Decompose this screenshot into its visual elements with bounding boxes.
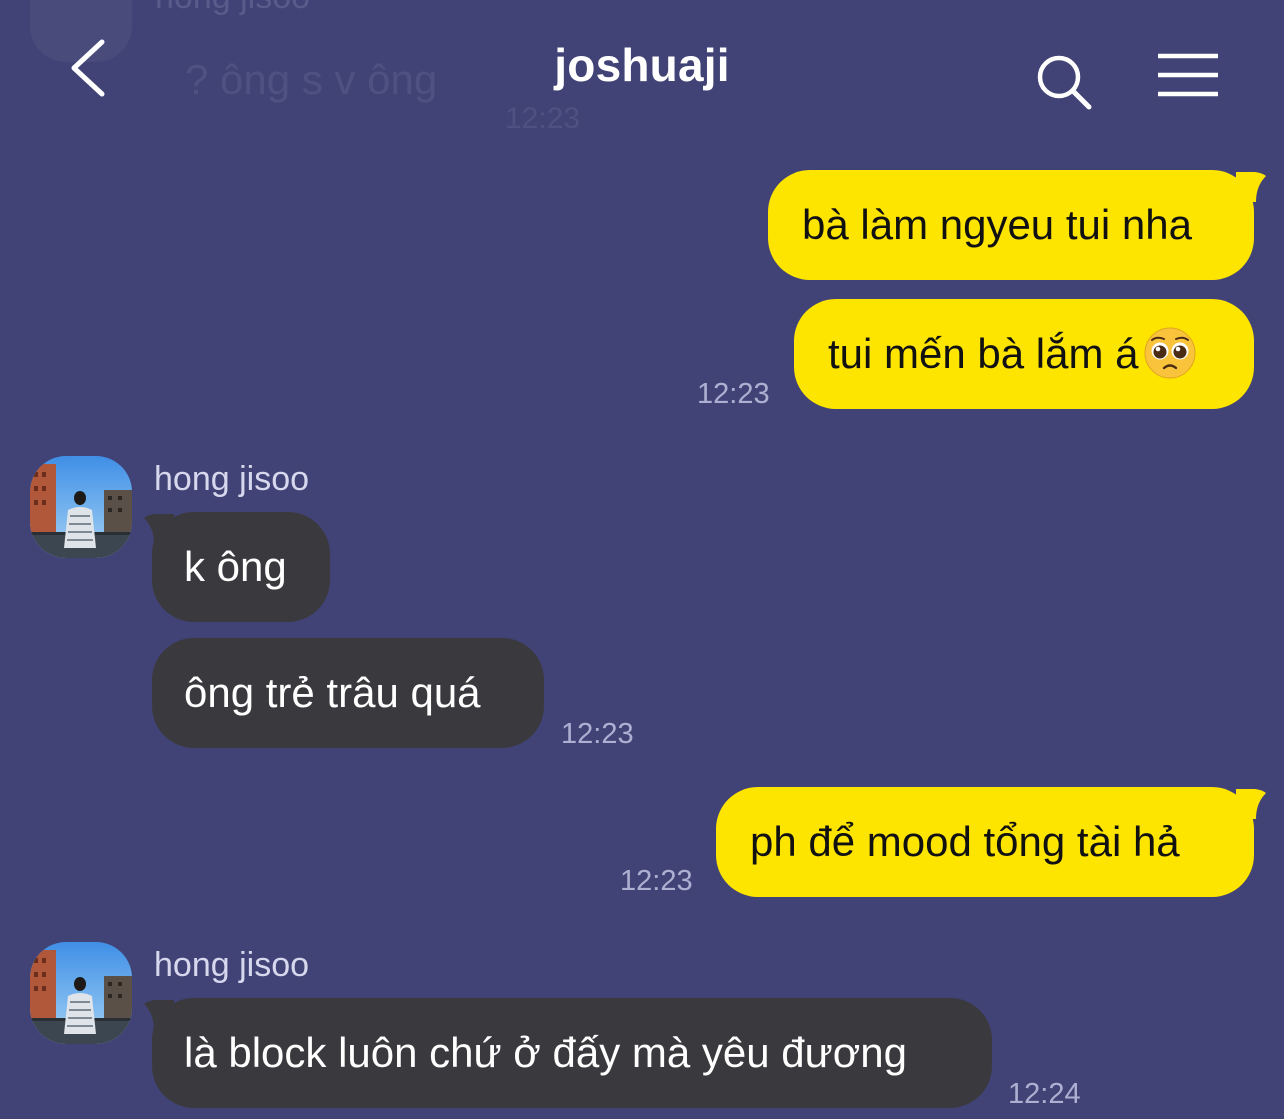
faded-message-time: 12:23 bbox=[505, 102, 581, 135]
message-time: 12:23 bbox=[620, 865, 693, 897]
my-message-bubble[interactable]: bà làm ngyeu tui nha bbox=[768, 170, 1254, 280]
their-message-bubble[interactable]: là block luôn chứ ở đấy mà yêu đương bbox=[152, 998, 992, 1108]
sender-name: hong jisoo bbox=[154, 460, 310, 498]
message-text: là block luôn chứ ở đấy mà yêu đương bbox=[184, 1029, 908, 1076]
bubble-tail bbox=[144, 1000, 174, 1030]
their-message-bubble[interactable]: ông trẻ trâu quá bbox=[152, 638, 544, 748]
message-text: k ông bbox=[184, 543, 287, 590]
avatar[interactable] bbox=[30, 456, 132, 558]
my-message-bubble[interactable]: ph để mood tổng tài hả bbox=[716, 787, 1254, 897]
hamburger-menu-icon bbox=[1158, 53, 1218, 97]
message-text: ph để mood tổng tài hả bbox=[750, 818, 1180, 865]
message-time: 12:23 bbox=[697, 378, 770, 410]
message-text: tui mến bà lắm á bbox=[828, 330, 1139, 377]
profile-photo bbox=[30, 942, 132, 1044]
menu-button[interactable] bbox=[1156, 52, 1220, 100]
pleading-face-emoji bbox=[1143, 311, 1197, 379]
my-message-bubble[interactable]: tui mến bà lắm á bbox=[794, 299, 1254, 409]
bubble-tail bbox=[144, 514, 174, 544]
their-message-bubble[interactable]: k ông bbox=[152, 512, 330, 622]
search-icon bbox=[1037, 55, 1092, 110]
message-text: bà làm ngyeu tui nha bbox=[802, 201, 1192, 248]
bubble-tail bbox=[1236, 172, 1266, 202]
message-text: ông trẻ trâu quá bbox=[184, 669, 481, 716]
profile-photo bbox=[30, 456, 132, 558]
search-button[interactable] bbox=[1034, 52, 1094, 112]
faded-sender-name: hong jisoo bbox=[155, 0, 310, 17]
bubble-tail bbox=[1236, 789, 1266, 819]
chat-screen: hong jisoo ? ông s v ông 12:23 joshuaji … bbox=[0, 0, 1284, 1119]
message-time: 12:23 bbox=[561, 718, 634, 750]
message-time: 12:24 bbox=[1008, 1078, 1081, 1110]
avatar[interactable] bbox=[30, 942, 132, 1044]
sender-name: hong jisoo bbox=[154, 946, 310, 984]
